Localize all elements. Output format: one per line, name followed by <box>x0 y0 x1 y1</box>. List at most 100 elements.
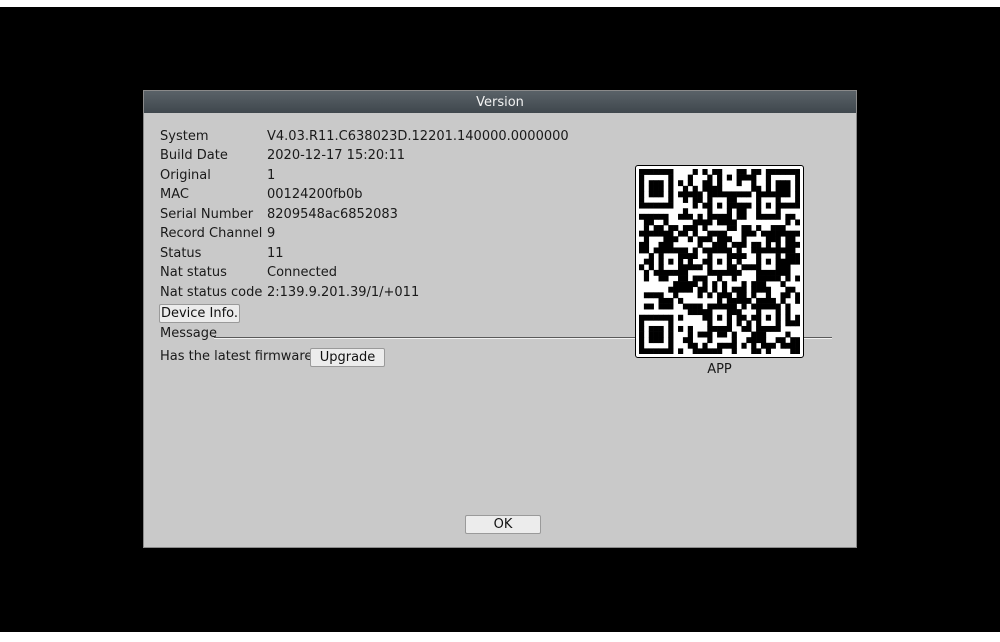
qr-module <box>668 236 674 243</box>
qr-module <box>702 258 708 265</box>
qr-module <box>726 253 732 259</box>
qr-module <box>765 174 772 181</box>
qr-module <box>756 264 762 271</box>
qr-module <box>765 185 772 192</box>
qr-module <box>756 225 762 231</box>
qr-module <box>717 185 723 192</box>
qr-module <box>770 230 776 237</box>
qr-module <box>643 236 650 243</box>
upgrade-button[interactable]: Upgrade <box>310 348 385 367</box>
qr-module <box>643 258 650 265</box>
device-info-button[interactable]: Device Info. <box>159 304 240 323</box>
qr-module <box>678 191 684 198</box>
qr-module <box>692 191 698 198</box>
qr-module <box>658 303 664 310</box>
qr-module <box>692 342 698 349</box>
qr-module <box>736 297 742 304</box>
qr-module <box>687 258 693 265</box>
qr-module <box>653 331 659 338</box>
qr-module <box>639 337 645 344</box>
qr-module <box>721 342 728 349</box>
qr-module <box>775 309 781 316</box>
qr-module <box>702 331 708 338</box>
qr-module <box>702 348 708 354</box>
qr-module <box>702 219 708 226</box>
qr-module <box>678 230 684 237</box>
qr-module <box>751 247 757 254</box>
qr-module <box>790 253 796 259</box>
qr-module <box>697 275 703 282</box>
qr-module <box>668 230 674 237</box>
qr-module <box>780 202 786 209</box>
qr-module <box>726 219 732 226</box>
qr-module <box>717 169 723 175</box>
qr-module <box>717 303 723 310</box>
qr-module <box>731 219 737 226</box>
qr-module <box>731 197 737 203</box>
ok-button[interactable]: OK <box>465 515 541 534</box>
qr-module <box>785 292 791 299</box>
qr-module <box>673 269 679 276</box>
qr-module <box>780 269 786 276</box>
qr-module <box>780 225 786 231</box>
qr-module <box>795 342 800 349</box>
qr-module <box>648 348 654 354</box>
qr-module <box>702 286 708 293</box>
qr-module <box>658 314 664 321</box>
qr-module <box>751 180 757 187</box>
qr-module <box>760 230 767 237</box>
qr-module <box>760 297 767 304</box>
qr-module <box>663 314 669 321</box>
qr-module <box>756 286 762 293</box>
qr-module <box>658 253 664 259</box>
qr-module <box>795 337 800 344</box>
qr-module <box>678 269 684 276</box>
qr-module <box>712 348 718 354</box>
qr-module <box>717 180 723 187</box>
qr-module <box>746 230 752 237</box>
qr-module <box>682 253 689 259</box>
qr-module <box>780 297 786 304</box>
qr-module <box>653 213 659 220</box>
qr-module <box>795 174 800 181</box>
qr-module <box>780 292 786 299</box>
qr-module <box>717 202 723 209</box>
qr-module <box>663 269 669 276</box>
qr-module <box>785 241 791 248</box>
qr-module <box>658 213 664 220</box>
qr-module <box>639 191 645 198</box>
qr-module <box>746 297 752 304</box>
qr-module <box>721 213 728 220</box>
qr-module <box>687 286 693 293</box>
qr-module <box>731 297 737 304</box>
qr-module <box>731 342 737 349</box>
qr-module <box>760 303 767 310</box>
qr-module <box>648 325 654 332</box>
qr-module <box>712 281 718 288</box>
qr-module <box>687 191 693 198</box>
qr-module <box>682 337 689 344</box>
qr-module <box>658 292 664 299</box>
qr-module <box>643 213 650 220</box>
qr-module <box>653 202 659 209</box>
qr-module <box>756 281 762 288</box>
qr-module <box>643 292 650 299</box>
qr-module <box>775 230 781 237</box>
info-value: 8209548ac6852083 <box>267 207 398 222</box>
qr-module <box>770 225 776 231</box>
app-qr-code <box>635 165 804 358</box>
qr-module <box>780 342 786 349</box>
qr-module <box>717 213 723 220</box>
qr-module <box>741 174 747 181</box>
qr-module <box>795 253 800 259</box>
qr-module <box>790 320 796 327</box>
qr-module <box>770 247 776 254</box>
qr-module <box>756 208 762 215</box>
qr-module <box>673 236 679 243</box>
qr-module <box>756 325 762 332</box>
version-dialog: Version System V4.03.R11.C638023D.12201.… <box>143 90 857 548</box>
qr-module <box>775 241 781 248</box>
qr-module <box>673 292 679 299</box>
qr-module <box>658 169 664 175</box>
qr-module <box>790 247 796 254</box>
